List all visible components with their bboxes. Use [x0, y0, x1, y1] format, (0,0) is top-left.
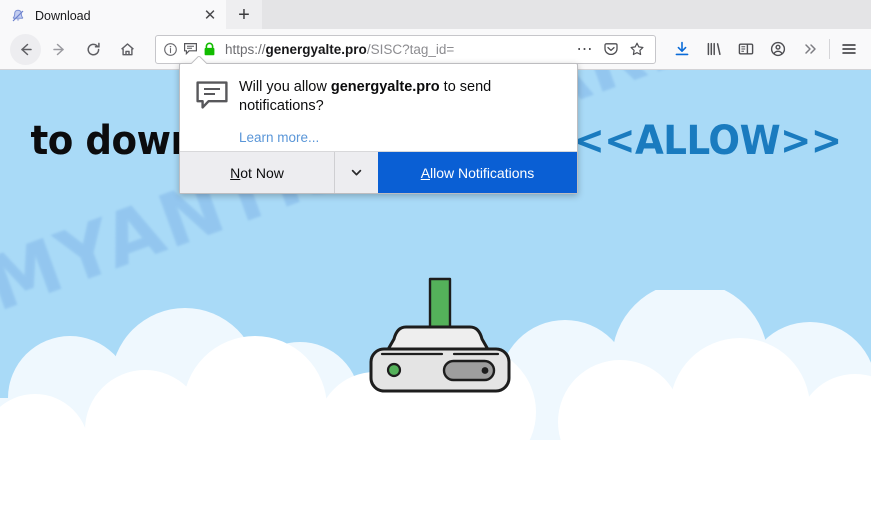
- pocket-icon[interactable]: [598, 37, 624, 61]
- forward-button[interactable]: [44, 34, 75, 65]
- back-button[interactable]: [10, 33, 41, 65]
- overflow-icon[interactable]: [794, 34, 826, 65]
- popup-question-prefix: Will you allow: [239, 79, 331, 95]
- url-text[interactable]: https://genergyalte.pro/SISC?tag_id=: [225, 42, 572, 57]
- menu-icon[interactable]: [833, 34, 865, 65]
- headline-allow-text: <<ALLOW>>: [573, 118, 842, 164]
- green-padlock-icon[interactable]: [203, 42, 216, 57]
- notification-permission-popup: Will you allow genergyalte.pro to send n…: [179, 63, 578, 194]
- close-icon[interactable]: ✕: [200, 6, 220, 26]
- library-icon[interactable]: [698, 34, 730, 65]
- url-scheme: https://: [225, 41, 266, 57]
- popup-actions: Not Now Allow Notifications: [180, 151, 577, 193]
- url-path: /SISC?tag_id=: [366, 41, 455, 57]
- not-now-accesskey: N: [230, 164, 241, 181]
- page-actions-button[interactable]: ⋯: [572, 37, 598, 61]
- url-domain: genergyalte.pro: [265, 41, 367, 57]
- allow-accesskey: A: [420, 164, 431, 181]
- url-bar[interactable]: https://genergyalte.pro/SISC?tag_id= ⋯: [155, 34, 656, 64]
- popup-text-block: Will you allow genergyalte.pro to send n…: [235, 78, 561, 145]
- tab-strip-empty-area: [262, 0, 871, 29]
- reload-button[interactable]: [78, 34, 109, 65]
- toolbar-icons: [666, 34, 871, 65]
- learn-more-link[interactable]: Learn more...: [239, 130, 561, 145]
- popup-pointer: [191, 56, 207, 64]
- browser-window: Download ✕ + https://genergyalte.pro/SIS…: [0, 0, 871, 520]
- tab-title: Download: [35, 8, 91, 23]
- popup-body: Will you allow genergyalte.pro to send n…: [180, 64, 577, 145]
- home-button[interactable]: [112, 34, 143, 65]
- blocked-notification-icon: [10, 8, 26, 24]
- not-now-button[interactable]: Not Now: [180, 152, 334, 193]
- chevron-down-icon[interactable]: [334, 152, 378, 193]
- allow-notifications-button[interactable]: Allow Notifications: [378, 152, 577, 193]
- tab-strip: Download ✕ +: [0, 0, 871, 29]
- popup-question-domain: genergyalte.pro: [330, 79, 440, 95]
- toolbar-separator: [829, 39, 830, 59]
- not-now-label-rest: ot Now: [240, 164, 284, 181]
- hard-drive-download-icon: [352, 277, 527, 402]
- allow-label-rest: llow Notifications: [430, 164, 535, 181]
- star-icon[interactable]: [624, 37, 650, 61]
- notification-bubble-icon[interactable]: [183, 42, 198, 56]
- sidebar-icon[interactable]: [730, 34, 762, 65]
- speech-bubble-icon: [195, 78, 235, 145]
- downloads-icon[interactable]: [666, 34, 698, 65]
- account-icon[interactable]: [762, 34, 794, 65]
- popup-question: Will you allow genergyalte.pro to send n…: [239, 78, 561, 116]
- browser-tab-download[interactable]: Download ✕: [0, 0, 226, 29]
- new-tab-button[interactable]: +: [226, 0, 262, 29]
- info-circle-icon[interactable]: [163, 42, 178, 57]
